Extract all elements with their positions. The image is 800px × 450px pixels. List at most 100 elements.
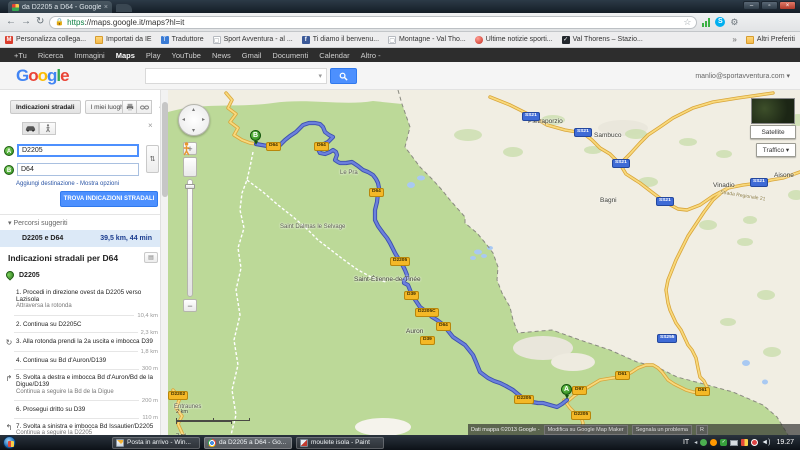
nav-maps[interactable]: Maps: [116, 51, 135, 60]
step-row[interactable]: 6. Prosegui dritto su D39: [4, 406, 158, 413]
bookmark-item[interactable]: MPersonalizza collega...: [5, 36, 86, 44]
add-destination-link[interactable]: Aggiungi destinazione - Mostra opzioni: [16, 181, 119, 187]
step-row[interactable]: ↰ 7. Svolta a sinistra e imbocca Bd Issa…: [4, 423, 158, 435]
clock-time[interactable]: 19.27: [773, 439, 797, 446]
taskbar-item-paint[interactable]: moulete isola - Paint: [296, 437, 384, 449]
start-button[interactable]: [3, 436, 16, 449]
forward-button[interactable]: →: [21, 17, 31, 27]
nav-youtube[interactable]: YouTube: [172, 51, 201, 60]
get-directions-button[interactable]: TROVA INDICAZIONI STRADALI: [60, 191, 158, 207]
step-distance: 110 m: [14, 415, 158, 421]
taskbar-item-mail[interactable]: Posta in arrivo - Win...: [112, 437, 200, 449]
tray-green-icon[interactable]: [700, 439, 707, 446]
nav-news[interactable]: News: [212, 51, 231, 60]
pan-up-icon[interactable]: ▴: [192, 106, 195, 113]
suggested-routes-header[interactable]: ▾ Percorsi suggeriti: [8, 219, 68, 227]
new-tab-button[interactable]: [116, 4, 132, 12]
maps-search-input[interactable]: ▾: [145, 68, 327, 84]
reload-button[interactable]: ↻: [36, 17, 44, 27]
marker-a[interactable]: A: [561, 384, 572, 395]
address-bar[interactable]: 🔒 https://maps.google.it/maps?hl=it ☆: [49, 16, 697, 29]
pan-left-icon[interactable]: ◂: [182, 116, 185, 123]
mode-car-button[interactable]: [22, 122, 39, 135]
search-caret-icon[interactable]: ▾: [318, 72, 322, 80]
step-row[interactable]: ↻ 3. Alla rotonda prendi la 2a uscita e …: [4, 338, 158, 347]
show-hidden-icons-arrow[interactable]: ◂: [694, 439, 697, 446]
skype-extension-icon[interactable]: S: [715, 17, 725, 27]
link-button[interactable]: [137, 100, 152, 114]
satellite-thumbnail[interactable]: [751, 98, 795, 124]
zoom-slider[interactable]: [187, 179, 193, 297]
directions-options-button[interactable]: ▤: [144, 252, 158, 263]
step-row[interactable]: 1. Procedi in direzione ovest da D2205 v…: [4, 289, 158, 311]
nav-play[interactable]: Play: [146, 51, 161, 60]
nav-documenti[interactable]: Documenti: [272, 51, 308, 60]
swap-waypoints-button[interactable]: ⇅: [146, 145, 159, 173]
security-shield-icon[interactable]: ✓: [720, 439, 727, 446]
zoom-slider-thumb[interactable]: [185, 184, 195, 189]
map-canvas[interactable]: Le Pra Saint Dalmas le Selvage Saint-Éti…: [168, 90, 800, 435]
report-problem-link[interactable]: Segnala un problema: [632, 425, 692, 435]
traffic-button[interactable]: Traffico ▾: [756, 143, 796, 157]
bookmark-item[interactable]: Importati da IE: [95, 36, 152, 44]
tab-directions[interactable]: Indicazioni stradali: [10, 100, 81, 114]
bookmark-item[interactable]: fTi diamo il benvenu...: [302, 36, 379, 44]
pan-right-icon[interactable]: ▸: [202, 116, 205, 123]
other-bookmarks-folder[interactable]: Altri Preferiti: [746, 36, 795, 44]
close-directions-icon[interactable]: ×: [148, 121, 153, 130]
nav-gmail[interactable]: Gmail: [242, 51, 262, 60]
nav-plus-tu[interactable]: +Tu: [14, 51, 27, 60]
nav-calendar[interactable]: Calendar: [319, 51, 349, 60]
nav-immagini[interactable]: Immagini: [74, 51, 104, 60]
bookmark-item[interactable]: ▢Montagne - Val Tho...: [388, 36, 466, 44]
maximize-button[interactable]: ▫: [761, 1, 778, 10]
origin-input[interactable]: [17, 144, 139, 157]
browser-tab[interactable]: da D2205 a D64 - Google M ×: [8, 1, 112, 13]
pegman-icon[interactable]: [183, 157, 197, 177]
nav-altro[interactable]: Altro -: [361, 51, 381, 60]
search-button[interactable]: [330, 68, 357, 84]
mode-walk-button[interactable]: [39, 122, 56, 135]
account-menu[interactable]: manlio@sportavventura.com ▾: [695, 72, 790, 80]
tray-orange-icon[interactable]: [710, 439, 717, 446]
back-button[interactable]: ←: [6, 17, 16, 27]
satellite-button[interactable]: Satellite: [750, 125, 796, 139]
volume-icon[interactable]: ◄): [761, 439, 770, 446]
report-short-link[interactable]: R: [696, 425, 708, 435]
bookmark-item[interactable]: TTraduttore: [161, 36, 204, 44]
bookmark-star-icon[interactable]: ☆: [683, 17, 691, 28]
step-row[interactable]: 2. Continua su D2205C: [4, 321, 158, 328]
bookmark-item[interactable]: ✓Val Thorens – Stazio...: [562, 36, 643, 44]
extension-bars-icon[interactable]: [702, 18, 710, 27]
map-maker-link[interactable]: Modifica su Google Map Maker: [544, 425, 628, 435]
pan-down-icon[interactable]: ▾: [192, 127, 195, 134]
minimize-button[interactable]: –: [743, 1, 760, 10]
tab-close-icon[interactable]: ×: [104, 4, 108, 11]
step-row[interactable]: 4. Continua su Bd d'Auron/D139: [4, 357, 158, 364]
bookmarks-overflow-button[interactable]: »: [732, 35, 736, 44]
pan-control[interactable]: ▴ ▾ ◂ ▸: [178, 104, 210, 136]
folder-icon: [95, 36, 103, 44]
display-icon[interactable]: [730, 440, 738, 446]
language-indicator[interactable]: IT: [681, 439, 691, 446]
window-controls: – ▫ ×: [743, 1, 796, 10]
scale-line-mi: [176, 421, 232, 424]
close-button[interactable]: ×: [779, 1, 796, 10]
destination-input[interactable]: [17, 163, 139, 176]
panel-scrollbar[interactable]: [160, 90, 168, 435]
bookmark-item[interactable]: Ultime notizie sporti...: [475, 36, 553, 44]
bookmark-item[interactable]: ▢Sport Avventura - al ...: [213, 36, 293, 44]
action-center-flag-icon[interactable]: [741, 439, 748, 446]
marker-b[interactable]: B: [250, 130, 261, 141]
suggested-route-row[interactable]: D2205 e D64 39,5 km, 44 min: [0, 230, 160, 247]
steps-list: 1. Procedi in direzione ovest da D2205 v…: [4, 287, 158, 435]
zoom-out-button[interactable]: −: [183, 299, 197, 312]
taskbar-item-chrome[interactable]: da D2205 a D64 - Go...: [204, 437, 292, 449]
nav-ricerca[interactable]: Ricerca: [38, 51, 63, 60]
url-text[interactable]: https://maps.google.it/maps?hl=it: [67, 18, 680, 27]
sync-clock-icon[interactable]: [751, 439, 758, 446]
car-icon: [25, 125, 36, 132]
print-button[interactable]: [122, 100, 137, 114]
wrench-menu-icon[interactable]: ⚙: [730, 17, 738, 28]
step-row[interactable]: ↱ 5. Svolta a destra e imbocca Bd d'Auro…: [4, 374, 158, 396]
